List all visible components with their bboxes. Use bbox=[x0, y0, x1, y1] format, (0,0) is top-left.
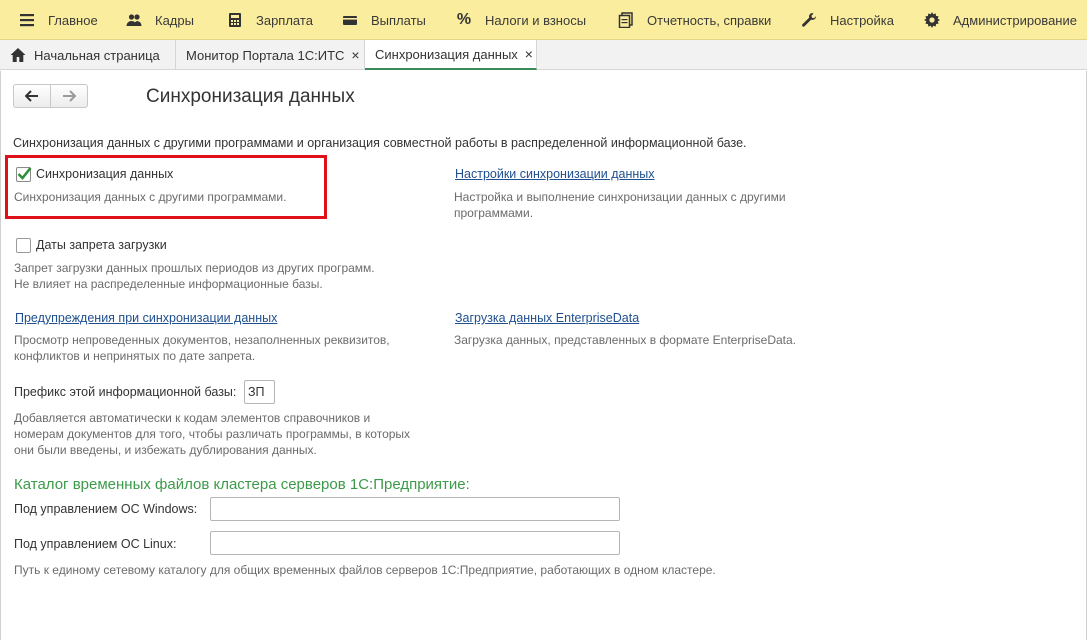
sync-warnings-hint-line2: конфликтов и непринятых по дате запрета. bbox=[14, 349, 256, 363]
hamburger-icon bbox=[18, 11, 36, 29]
enterprise-data-hint: Загрузка данных, представленных в формат… bbox=[454, 333, 797, 347]
windows-path-label: Под управлением ОС Windows: bbox=[14, 502, 198, 516]
menu-item-salary[interactable]: Зарплата bbox=[226, 0, 313, 40]
load-ban-hint-line2: Не влияет на распределенные информационн… bbox=[14, 277, 323, 291]
prefix-hint-line1: Добавляется автоматически к кодам элемен… bbox=[14, 411, 371, 425]
close-icon[interactable]: × bbox=[525, 46, 533, 62]
linux-path-input[interactable] bbox=[210, 531, 620, 555]
navigation-buttons bbox=[13, 84, 88, 108]
page-title: Синхронизация данных bbox=[146, 86, 355, 107]
menu-item-hr[interactable]: Кадры bbox=[125, 0, 194, 40]
tab-data-sync[interactable]: Синхронизация данных × bbox=[365, 40, 537, 70]
tab-home[interactable]: Начальная страница bbox=[0, 40, 176, 70]
forward-button[interactable] bbox=[51, 85, 87, 107]
prefix-hint-line2: номерам документов для того, чтобы разли… bbox=[14, 427, 411, 441]
sync-warnings-hint-line1: Просмотр непроведенных документов, незап… bbox=[14, 333, 390, 347]
windows-path-input[interactable] bbox=[210, 497, 620, 521]
tab-bar: Начальная страница Монитор Портала 1С:ИТ… bbox=[0, 40, 1087, 70]
data-sync-checkbox[interactable] bbox=[16, 167, 32, 182]
load-ban-dates-checkbox[interactable] bbox=[16, 238, 31, 253]
menu-item-taxes[interactable]: % Налоги и взносы bbox=[455, 0, 586, 40]
tab-label: Начальная страница bbox=[34, 47, 160, 63]
arrow-right-icon bbox=[63, 90, 76, 102]
linux-path-label: Под управлением ОС Linux: bbox=[14, 537, 177, 551]
cluster-catalog-heading: Каталог временных файлов кластера сервер… bbox=[14, 476, 470, 493]
menu-item-label: Отчетность, справки bbox=[647, 12, 772, 28]
tab-its-monitor[interactable]: Монитор Портала 1С:ИТС × bbox=[176, 40, 365, 70]
arrow-left-icon bbox=[25, 90, 38, 102]
main-menu-bar: Главное Кадры Зарплата Выплаты % Налоги … bbox=[0, 0, 1087, 40]
tab-label: Монитор Портала 1С:ИТС bbox=[186, 47, 345, 63]
prefix-label: Префикс этой информационной базы: bbox=[14, 385, 237, 399]
menu-item-label: Администрирование bbox=[953, 12, 1077, 28]
menu-item-label: Настройка bbox=[830, 12, 894, 28]
form-content: Синхронизация данных Синхронизация данны… bbox=[0, 71, 1087, 640]
menu-item-admin[interactable]: Администрирование bbox=[923, 0, 1077, 40]
prefix-input[interactable]: ЗП bbox=[244, 380, 275, 404]
data-sync-label[interactable]: Синхронизация данных bbox=[36, 167, 173, 181]
menu-item-label: Налоги и взносы bbox=[485, 12, 587, 28]
menu-item-label: Главное bbox=[48, 12, 98, 28]
menu-item-label: Выплаты bbox=[371, 12, 426, 28]
back-button[interactable] bbox=[14, 85, 51, 107]
calculator-icon bbox=[226, 11, 244, 29]
sync-warnings-link[interactable]: Предупреждения при синхронизации данных bbox=[15, 311, 277, 325]
sync-settings-hint-line1: Настройка и выполнение синхронизации дан… bbox=[454, 190, 786, 204]
load-ban-hint-line1: Запрет загрузки данных прошлых периодов … bbox=[14, 261, 375, 275]
menu-item-main[interactable]: Главное bbox=[18, 0, 98, 40]
wallet-icon bbox=[341, 11, 359, 29]
home-icon bbox=[10, 47, 26, 63]
cluster-path-hint: Путь к единому сетевому каталогу для общ… bbox=[14, 563, 716, 577]
page-description: Синхронизация данных с другими программа… bbox=[13, 136, 747, 150]
documents-icon bbox=[617, 11, 635, 29]
sync-settings-link[interactable]: Настройки синхронизации данных bbox=[455, 167, 655, 181]
highlight-frame bbox=[5, 155, 327, 219]
menu-item-reports[interactable]: Отчетность, справки bbox=[617, 0, 771, 40]
gear-icon bbox=[923, 11, 941, 29]
tab-label: Синхронизация данных bbox=[375, 46, 518, 62]
menu-item-label: Зарплата bbox=[256, 12, 313, 28]
menu-item-label: Кадры bbox=[155, 12, 194, 28]
wrench-icon bbox=[800, 11, 818, 29]
people-icon bbox=[125, 11, 143, 29]
checkmark-icon bbox=[17, 167, 32, 180]
load-ban-dates-label[interactable]: Даты запрета загрузки bbox=[36, 238, 167, 252]
enterprise-data-link[interactable]: Загрузка данных EnterpriseData bbox=[455, 311, 639, 325]
percent-icon: % bbox=[456, 11, 472, 28]
menu-item-payments[interactable]: Выплаты bbox=[341, 0, 426, 40]
data-sync-hint: Синхронизация данных с другими программа… bbox=[14, 190, 287, 204]
menu-item-settings[interactable]: Настройка bbox=[800, 0, 894, 40]
prefix-hint-line3: они были введены, и избежать дублировани… bbox=[14, 443, 317, 457]
close-icon[interactable]: × bbox=[351, 47, 359, 63]
sync-settings-hint-line2: программами. bbox=[454, 206, 534, 220]
